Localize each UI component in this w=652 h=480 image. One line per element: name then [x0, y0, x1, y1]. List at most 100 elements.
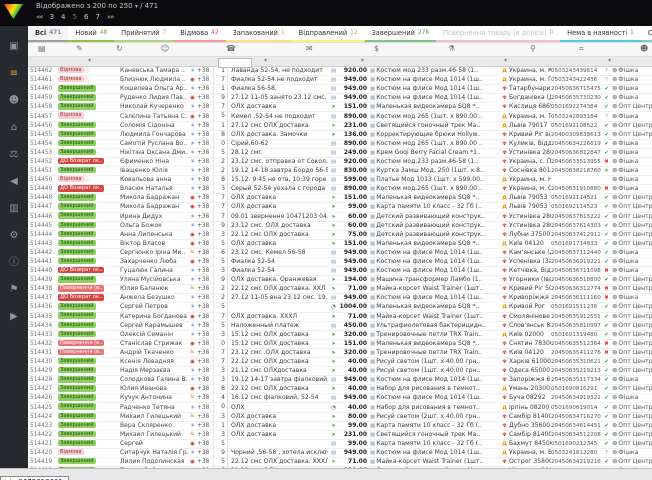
- page-button-7[interactable]: 7: [95, 13, 99, 21]
- order-comment: 27.12 11-05 вна 23.12 смс. 19..: [228, 294, 328, 302]
- filter-dropdown-icon[interactable]: ▾: [361, 57, 364, 64]
- tab-Завершений[interactable]: Завершений278: [365, 26, 436, 42]
- company-icon[interactable]: ⌂: [6, 121, 22, 135]
- order-row[interactable]: 514451 Завершений Іващенко Юлія ✳ +38 2 …: [28, 167, 652, 176]
- order-row[interactable]: 514441 Завершений Захарченко Люба ◉ +38 …: [28, 258, 652, 267]
- tags-icon[interactable]: ⚑: [6, 283, 22, 297]
- video-icon[interactable]: ▶: [6, 310, 22, 324]
- order-row[interactable]: 514458 Завершений Николай Кучеренко ✳ +3…: [28, 103, 652, 112]
- chevron-down-icon[interactable]: ▾: [135, 3, 138, 10]
- products-icon[interactable]: ⚖: [6, 148, 22, 162]
- order-row[interactable]: 514448 Завершений Микола Бадражан ◉ +38 …: [28, 194, 652, 203]
- order-row[interactable]: 514462 Відмоваⓘ Каневська Тамара .. ✳ +3…: [28, 67, 652, 76]
- money-icon[interactable]: $: [374, 44, 379, 53]
- order-row[interactable]: 514445 Завершений Ольга Божок ✳ +38 9 23…: [28, 222, 652, 231]
- order-row[interactable]: 514433 Завершений Олексій Семанін ✳ +38 …: [28, 331, 652, 340]
- filter-dropdown-icon[interactable]: ▾: [88, 57, 91, 64]
- order-row[interactable]: 514423 Завершений Вера Скляренко ✳ +38 1…: [28, 422, 652, 431]
- tab-Нема в наявності[interactable]: Нема в наявності1: [560, 26, 641, 42]
- call-icon[interactable]: ↻: [116, 44, 123, 53]
- order-row[interactable]: 514452 ДО Возврат ок.. Єфименко Ніна ✳ +…: [28, 158, 652, 167]
- product-icon[interactable]: ⚗: [448, 44, 455, 53]
- order-row[interactable]: 514459 Завершений Руденко Лидия Пав.. ◉ …: [28, 94, 652, 103]
- clients-icon[interactable]: ☻: [6, 94, 22, 108]
- page-button-6[interactable]: 6: [84, 13, 88, 21]
- tab-Відмова[interactable]: Відмова42: [173, 26, 225, 42]
- barcode-icon[interactable]: ⌗: [579, 44, 584, 54]
- order-row[interactable]: 514428 Завершений Солодкова Галина В.. ✳…: [28, 376, 652, 385]
- order-row[interactable]: 514446 Завершений Ирина Дидух ✳ +38 7 09…: [28, 213, 652, 222]
- marketing-icon[interactable]: ◀: [6, 175, 22, 189]
- order-row[interactable]: 514439 Завершений Уляна Мусійовська ✳ +3…: [28, 276, 652, 285]
- phone-filter-input[interactable]: [218, 58, 252, 68]
- order-row[interactable]: 514454 Завершений Самотій Руслана Во.. ✳…: [28, 140, 652, 149]
- order-row[interactable]: 514424 Завершений Михаил Гилецький lc +3…: [28, 413, 652, 422]
- order-row[interactable]: 514455 Завершений Людмила Гончарова ✳ +3…: [28, 131, 652, 140]
- order-row[interactable]: 514447 Завершений Микола Бадражан ◉ +38 …: [28, 203, 652, 212]
- page-button-3[interactable]: 3: [50, 13, 54, 21]
- location-icon[interactable]: ⚲: [530, 44, 536, 53]
- order-row[interactable]: 514443 Завершений Віктор Власов ◉ +38 5 …: [28, 240, 652, 249]
- order-id: 514430: [28, 358, 58, 366]
- comment-icon[interactable]: ✉: [306, 44, 313, 53]
- order-row[interactable]: 514426 Завершений Кучук Антонина lc +38 …: [28, 394, 652, 403]
- order-row[interactable]: 514456 Завершений Соломія Сідоніна ✳ +38…: [28, 122, 652, 131]
- last-page-button[interactable]: »»: [107, 13, 114, 21]
- tab-Повернення товару (в дорозі)[interactable]: Повернення товару (в дорозі)0: [436, 26, 560, 42]
- tab-Відправлений[interactable]: Відправлений12: [292, 26, 365, 42]
- order-row[interactable]: 514420 Відмова Ситарчук Наталія Гр.. ✳ +…: [28, 449, 652, 458]
- delivery-address: Успенівка (Зап..: [509, 258, 551, 266]
- order-row[interactable]: 514461 Відмоваⓘ Близнюк Людмила .. ◉ +38…: [28, 76, 652, 85]
- first-page-button[interactable]: ««: [36, 13, 43, 21]
- order-row[interactable]: 514435 Завершений Катерина Богданова ◉ +…: [28, 313, 652, 322]
- order-row[interactable]: 514432 Повернення (в.. Станіслав Стрижак…: [28, 340, 652, 349]
- filter-dropdown-icon[interactable]: ▾: [264, 57, 267, 64]
- order-row[interactable]: 514434 Завершений Сергей Карамышев ✳ +38…: [28, 322, 652, 331]
- order-row[interactable]: 514457 Відмова Салєпина Татьяна С.. ◉ +3…: [28, 112, 652, 121]
- list-icon[interactable]: ▤: [38, 44, 46, 53]
- page-button-4[interactable]: 4: [61, 13, 65, 21]
- tab-Прийнятий[interactable]: Прийнятий7: [114, 26, 173, 42]
- edit-icon[interactable]: ✎: [76, 44, 83, 53]
- order-row[interactable]: 514421 Завершений Сергей ◉ +38 5 ▤ 99.00…: [28, 440, 652, 449]
- manager-icon[interactable]: ☻: [640, 44, 648, 53]
- phone-icon[interactable]: ☎: [226, 44, 236, 53]
- filter-dropdown-icon[interactable]: ▾: [504, 57, 507, 64]
- order-row[interactable]: 514431 Повернення (в.. Андрій Ткаченко l…: [28, 349, 652, 358]
- manager-name: ☻Опт Центр: [612, 385, 652, 393]
- tab-Всі[interactable]: Всі471: [28, 26, 68, 42]
- order-row[interactable]: 514453 Завершений Нікітіна Оксана Дми.. …: [28, 149, 652, 158]
- order-row[interactable]: 514430 Завершений Ксенія Левадняя ◉ +38 …: [28, 358, 652, 367]
- tab-Новий[interactable]: Новий48: [68, 26, 114, 42]
- order-status: ДО Возврат ок..: [58, 294, 108, 302]
- dashboard-icon[interactable]: ▣: [6, 40, 22, 54]
- order-row[interactable]: 514419 Завершений Лилия Подолинская ◉ +3…: [28, 458, 652, 467]
- filter-dropdown-icon[interactable]: ▾: [608, 57, 611, 64]
- order-row[interactable]: 514444 Завершений Анна Липенська ◉ +38 3…: [28, 231, 652, 240]
- settings-icon[interactable]: ⚙: [6, 229, 22, 243]
- order-row[interactable]: 514440 ДО Возврат ок.. Гуцалюк Галина ✳ …: [28, 267, 652, 276]
- info-icon[interactable]: ⓘ: [6, 256, 22, 270]
- sip-call-status[interactable]: sip:0672818601: [0, 476, 69, 480]
- orders-icon[interactable]: ≡: [6, 67, 22, 81]
- app-logo-icon[interactable]: [4, 4, 23, 19]
- page-button-5[interactable]: 5: [73, 13, 77, 21]
- order-row[interactable]: 514425 Завершений Радченко Тетяна ✳ +38 …: [28, 403, 652, 412]
- order-row[interactable]: 514438 Повернення (в.. Юлия Баланюк lc +…: [28, 285, 652, 294]
- order-row[interactable]: 514442 Завершений Сергіюнко Іріна Ми.. l…: [28, 249, 652, 258]
- order-row[interactable]: 514422 Завершений Михаил Гилецький lc +3…: [28, 431, 652, 440]
- order-row[interactable]: 514429 Завершений Надія Мерзаєва ✳ +38 3…: [28, 367, 652, 376]
- manager-name: ☻Опт Центр: [612, 349, 652, 357]
- ttn-number: 20450637815222: [551, 213, 601, 221]
- order-row[interactable]: 514449 ДО Возврат ок.. Власюк Наталья ✳ …: [28, 185, 652, 194]
- clients-icon[interactable]: ☺: [161, 44, 169, 53]
- stats-icon[interactable]: ▥: [6, 202, 22, 216]
- order-row[interactable]: 514437 ДО Возврат ок.. Анжела Безушко ✳ …: [28, 294, 652, 303]
- order-row[interactable]: 514436 Завершений Сергей Петров ✳ +38 5 …: [28, 303, 652, 312]
- order-row[interactable]: 514450 Відмоваⓘ Ковальова анна ✳ +38 8 1…: [28, 176, 652, 185]
- order-row[interactable]: 514460 Завершений Кошелева Ольга Ар.. ✳ …: [28, 85, 652, 94]
- tab-Запакований[interactable]: Запакований1: [226, 26, 292, 42]
- tab-Самовивіз[interactable]: Самовивіз2: [641, 26, 652, 42]
- order-row[interactable]: 514427 Завершений Юлия Иванова ◉ +38 8 2…: [28, 385, 652, 394]
- payment-icon: ▤: [328, 158, 339, 166]
